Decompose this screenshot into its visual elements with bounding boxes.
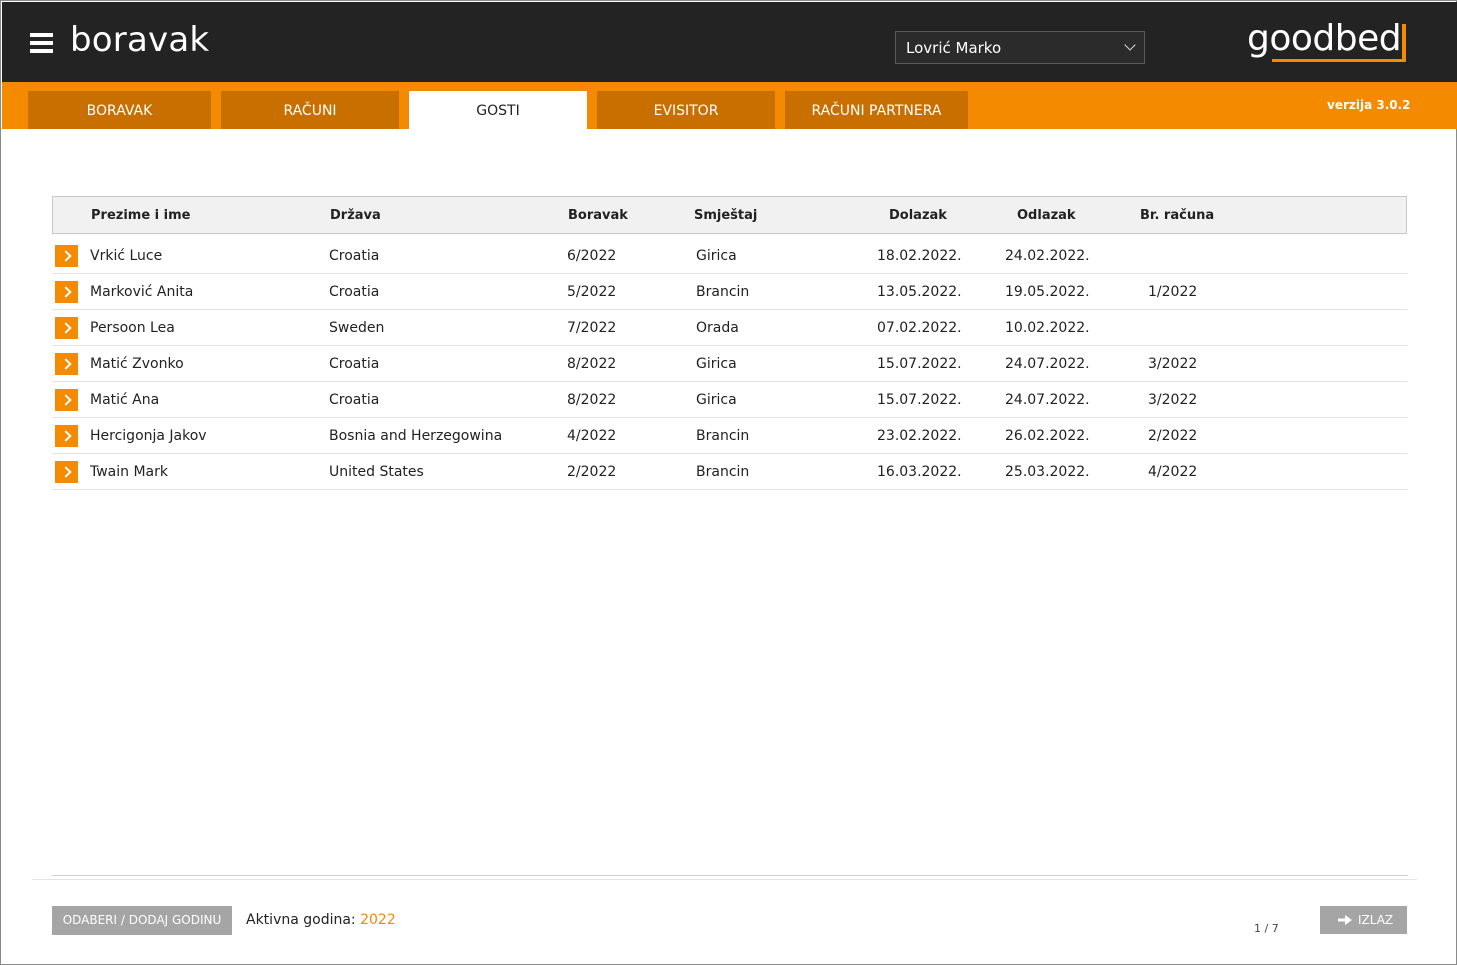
cell-arrival: 13.05.2022. bbox=[877, 284, 962, 300]
table-row[interactable]: Matić Zvonko Croatia 8/2022 Girica 15.07.202… bbox=[52, 346, 1407, 382]
cell-departure: 24.07.2022. bbox=[1005, 392, 1090, 408]
tab-racuni-partnera[interactable]: RAČUNI PARTNERA bbox=[785, 91, 968, 129]
cell-name: Marković Anita bbox=[90, 284, 194, 300]
cell-stay: 6/2022 bbox=[567, 248, 617, 264]
cell-accommodation: Brancin bbox=[696, 284, 750, 300]
cell-departure: 10.02.2022. bbox=[1005, 320, 1090, 336]
open-row-chevron-icon[interactable] bbox=[55, 317, 78, 339]
version-label: verzija 3.0.2 bbox=[1327, 98, 1411, 112]
exit-button-label: IZLAZ bbox=[1358, 913, 1394, 927]
exit-button[interactable]: IZLAZ bbox=[1320, 906, 1407, 934]
tab-boravak[interactable]: BORAVAK bbox=[28, 91, 211, 129]
open-row-chevron-icon[interactable] bbox=[55, 281, 78, 303]
table-row[interactable]: Hercigonja Jakov Bosnia and Herzegowina 4/… bbox=[52, 418, 1407, 454]
pager: 1 / 7 bbox=[1254, 922, 1279, 935]
cell-invoice: 2/2022 bbox=[1148, 428, 1198, 444]
active-year: Aktivna godina: 2022 bbox=[246, 912, 396, 928]
cell-arrival: 07.02.2022. bbox=[877, 320, 962, 336]
cell-country: United States bbox=[329, 464, 424, 480]
column-header-name[interactable]: Prezime i ime bbox=[91, 208, 190, 223]
open-row-chevron-icon[interactable] bbox=[55, 245, 78, 267]
active-year-label: Aktivna godina: bbox=[246, 912, 361, 928]
cell-name: Persoon Lea bbox=[90, 320, 175, 336]
app-title: boravak bbox=[70, 20, 210, 60]
table-row[interactable]: Matić Ana Croatia 8/2022 Girica 15.07.2022. 2… bbox=[52, 382, 1407, 418]
cell-name: Matić Ana bbox=[90, 392, 160, 408]
cell-departure: 26.02.2022. bbox=[1005, 428, 1090, 444]
cell-country: Croatia bbox=[329, 248, 380, 264]
open-row-chevron-icon[interactable] bbox=[55, 353, 78, 375]
table-body: Vrkić Luce Croatia 6/2022 Girica 18.02.2022.… bbox=[52, 238, 1407, 490]
guests-table: Prezime i ime Država Boravak Smještaj Do… bbox=[52, 196, 1407, 490]
cell-name: Hercigonja Jakov bbox=[90, 428, 207, 444]
cell-accommodation: Girica bbox=[696, 392, 737, 408]
cell-arrival: 15.07.2022. bbox=[877, 356, 962, 372]
cell-accommodation: Brancin bbox=[696, 464, 750, 480]
logo: goodbed bbox=[1247, 18, 1402, 59]
column-header-country[interactable]: Država bbox=[330, 208, 381, 223]
open-row-chevron-icon[interactable] bbox=[55, 425, 78, 447]
column-header-invoice[interactable]: Br. računa bbox=[1140, 208, 1214, 223]
cell-country: Croatia bbox=[329, 356, 380, 372]
cell-departure: 25.03.2022. bbox=[1005, 464, 1090, 480]
table-row[interactable]: Marković Anita Croatia 5/2022 Brancin 13.05.… bbox=[52, 274, 1407, 310]
column-header-accommodation[interactable]: Smještaj bbox=[694, 208, 757, 223]
open-row-chevron-icon[interactable] bbox=[55, 389, 78, 411]
cell-stay: 8/2022 bbox=[567, 356, 617, 372]
cell-arrival: 23.02.2022. bbox=[877, 428, 962, 444]
arrow-right-icon bbox=[1338, 915, 1352, 925]
cell-invoice: 1/2022 bbox=[1148, 284, 1198, 300]
cell-accommodation: Girica bbox=[696, 248, 737, 264]
table-row[interactable]: Twain Mark United States 2/2022 Brancin 16.0… bbox=[52, 454, 1407, 490]
cell-departure: 24.02.2022. bbox=[1005, 248, 1090, 264]
tab-evisitor[interactable]: EVISITOR bbox=[597, 91, 775, 129]
tab-racuni[interactable]: RAČUNI bbox=[221, 91, 399, 129]
column-header-arrival[interactable]: Dolazak bbox=[889, 208, 947, 223]
column-header-departure[interactable]: Odlazak bbox=[1017, 208, 1076, 223]
cell-stay: 8/2022 bbox=[567, 392, 617, 408]
tab-bar: BORAVAK RAČUNI GOSTI EVISITOR RAČUNI PAR… bbox=[2, 82, 1457, 129]
cell-accommodation: Orada bbox=[696, 320, 739, 336]
cell-country: Bosnia and Herzegowina bbox=[329, 428, 503, 444]
select-year-button[interactable]: ODABERI / DODAJ GODINU bbox=[52, 906, 232, 935]
column-header-stay[interactable]: Boravak bbox=[568, 208, 628, 223]
cell-country: Croatia bbox=[329, 284, 380, 300]
top-bar: boravak Lovrić Marko goodbed bbox=[2, 2, 1457, 82]
active-year-value: 2022 bbox=[360, 912, 396, 928]
cell-departure: 19.05.2022. bbox=[1005, 284, 1090, 300]
cell-arrival: 16.03.2022. bbox=[877, 464, 962, 480]
cell-invoice: 4/2022 bbox=[1148, 464, 1198, 480]
hamburger-menu-icon[interactable] bbox=[30, 33, 53, 53]
table-row[interactable]: Vrkić Luce Croatia 6/2022 Girica 18.02.2022.… bbox=[52, 238, 1407, 274]
cell-invoice: 3/2022 bbox=[1148, 392, 1198, 408]
cell-accommodation: Brancin bbox=[696, 428, 750, 444]
cell-stay: 5/2022 bbox=[567, 284, 617, 300]
cell-country: Sweden bbox=[329, 320, 385, 336]
cell-departure: 24.07.2022. bbox=[1005, 356, 1090, 372]
app-window: boravak Lovrić Marko goodbed BORAVAK RAČ… bbox=[0, 0, 1457, 965]
cell-stay: 2/2022 bbox=[567, 464, 617, 480]
table-header: Prezime i ime Država Boravak Smještaj Do… bbox=[52, 196, 1407, 234]
tab-gosti[interactable]: GOSTI bbox=[409, 91, 587, 129]
chevron-down-icon bbox=[1124, 39, 1136, 51]
open-row-chevron-icon[interactable] bbox=[55, 461, 78, 483]
table-row[interactable]: Persoon Lea Sweden 7/2022 Orada 07.02.2022. 1… bbox=[52, 310, 1407, 346]
cell-invoice: 3/2022 bbox=[1148, 356, 1198, 372]
user-select-value: Lovrić Marko bbox=[906, 39, 1002, 57]
cell-country: Croatia bbox=[329, 392, 380, 408]
cell-name: Twain Mark bbox=[90, 464, 168, 480]
cell-arrival: 15.07.2022. bbox=[877, 392, 962, 408]
logo-accent-bar bbox=[1402, 24, 1406, 61]
cell-stay: 4/2022 bbox=[567, 428, 617, 444]
footer-divider bbox=[52, 875, 1408, 876]
footer-divider-secondary bbox=[32, 879, 1417, 880]
cell-arrival: 18.02.2022. bbox=[877, 248, 962, 264]
cell-stay: 7/2022 bbox=[567, 320, 617, 336]
user-select[interactable]: Lovrić Marko bbox=[895, 31, 1145, 64]
cell-name: Matić Zvonko bbox=[90, 356, 184, 372]
cell-name: Vrkić Luce bbox=[90, 248, 163, 264]
cell-accommodation: Girica bbox=[696, 356, 737, 372]
logo-underline bbox=[1272, 59, 1406, 62]
